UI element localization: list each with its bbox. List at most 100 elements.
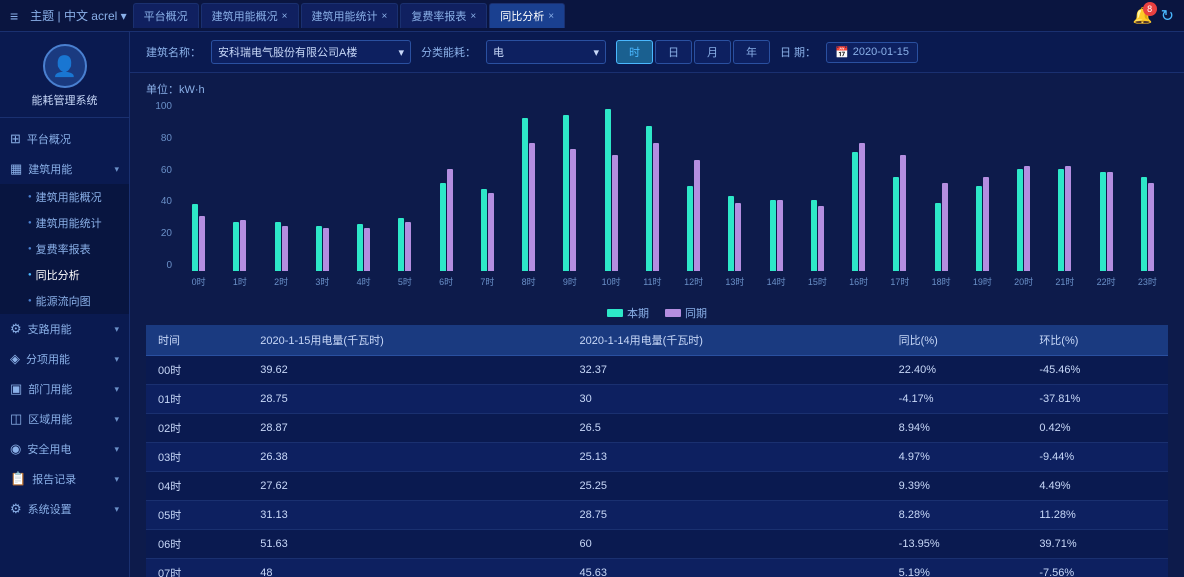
table-cell: 25.25 xyxy=(567,472,886,501)
sidebar-label-safety: 安全用电 xyxy=(27,441,71,457)
table-cell: 51.63 xyxy=(248,530,567,559)
main-layout: 👤 能耗管理系统 ⊞平台概况▦建筑用能▾建筑用能概况建筑用能统计复费率报表同比分… xyxy=(0,32,1184,577)
top-tab-平台概况[interactable]: 平台概况 xyxy=(133,3,199,28)
chart-legend: 本期 同期 xyxy=(146,305,1168,321)
table-cell: -7.56% xyxy=(1027,559,1168,577)
date-picker[interactable]: 📅 2020-01-15 xyxy=(826,42,918,63)
sub-item-建筑用能统计[interactable]: 建筑用能统计 xyxy=(0,210,129,236)
branch-icon: ⚙ xyxy=(10,321,22,337)
x-label: 16时 xyxy=(838,275,879,288)
x-label: 8时 xyxy=(508,275,549,288)
time-btn-月[interactable]: 月 xyxy=(694,40,731,64)
sidebar-item-safety[interactable]: ◉安全用电▾ xyxy=(0,434,129,464)
tab-close-icon[interactable]: × xyxy=(382,11,388,22)
bar-group-10 xyxy=(591,109,632,271)
x-label: 12时 xyxy=(673,275,714,288)
time-btn-年[interactable]: 年 xyxy=(733,40,770,64)
table-cell: 48 xyxy=(248,559,567,577)
bar-group-12 xyxy=(673,160,714,271)
time-btn-日[interactable]: 日 xyxy=(655,40,692,64)
table-row: 04时27.6225.259.39%4.49% xyxy=(146,472,1168,501)
bar-prev-12 xyxy=(694,160,700,271)
bar-current-2 xyxy=(275,222,281,271)
bar-group-7 xyxy=(467,189,508,271)
sub-item-同比分析[interactable]: 同比分析 xyxy=(0,262,129,288)
sidebar-item-report[interactable]: 📋报告记录▾ xyxy=(0,464,129,494)
chevron-icon: ▾ xyxy=(114,354,119,365)
date-value: 2020-01-15 xyxy=(853,46,909,58)
sidebar-item-settings[interactable]: ⚙系统设置▾ xyxy=(0,494,129,524)
table-cell: 32.37 xyxy=(567,356,886,385)
x-label: 9时 xyxy=(549,275,590,288)
sidebar-item-sub-energy[interactable]: ◈分项用能▾ xyxy=(0,344,129,374)
table-cell: -37.81% xyxy=(1027,385,1168,414)
bar-prev-15 xyxy=(818,206,824,271)
table-cell: 22.40% xyxy=(887,356,1028,385)
table-row: 06时51.6360-13.95%39.71% xyxy=(146,530,1168,559)
notification-bell[interactable]: 🔔 8 xyxy=(1133,6,1153,26)
bar-prev-18 xyxy=(942,183,948,271)
tab-close-icon[interactable]: × xyxy=(548,11,554,22)
top-tab-建筑用能概况[interactable]: 建筑用能概况× xyxy=(201,3,299,28)
bar-prev-5 xyxy=(405,222,411,271)
avatar: 👤 xyxy=(43,44,87,88)
table-cell: 00时 xyxy=(146,356,248,385)
top-tab-复费率报表[interactable]: 复费率报表× xyxy=(400,3,487,28)
bar-group-23 xyxy=(1127,177,1168,271)
sidebar-label-building-energy: 建筑用能 xyxy=(28,161,72,177)
sidebar-label-platform: 平台概况 xyxy=(27,131,71,147)
x-label: 5时 xyxy=(384,275,425,288)
bar-group-22 xyxy=(1086,172,1127,271)
sidebar-section-settings: ⚙系统设置▾ xyxy=(0,494,129,524)
table-section: 时间2020-1-15用电量(千瓦时)2020-1-14用电量(千瓦时)同比(%… xyxy=(130,325,1184,577)
table-cell: 11.28% xyxy=(1027,501,1168,530)
bar-group-2 xyxy=(261,222,302,271)
sidebar-item-dept[interactable]: ▣部门用能▾ xyxy=(0,374,129,404)
sidebar-item-area[interactable]: ◫区域用能▾ xyxy=(0,404,129,434)
bar-group-19 xyxy=(962,177,1003,271)
bar-current-21 xyxy=(1058,169,1064,271)
menu-icon[interactable]: ≡ xyxy=(10,8,18,24)
building-select[interactable]: 安科瑞电气股份有限公司A楼 ▾ xyxy=(211,40,411,64)
table-row: 05时31.1328.758.28%11.28% xyxy=(146,501,1168,530)
bar-prev-19 xyxy=(983,177,989,271)
x-label: 6时 xyxy=(426,275,467,288)
bar-current-18 xyxy=(935,203,941,271)
tab-close-icon[interactable]: × xyxy=(470,11,476,22)
bar-current-4 xyxy=(357,224,363,271)
sub-item-复费率报表[interactable]: 复费率报表 xyxy=(0,236,129,262)
x-label: 17时 xyxy=(879,275,920,288)
bar-group-4 xyxy=(343,224,384,271)
theme-label[interactable]: 主题 | 中文 acrel ▾ xyxy=(30,7,127,24)
bar-prev-10 xyxy=(612,155,618,271)
bar-group-13 xyxy=(714,196,755,271)
bar-group-16 xyxy=(838,143,879,271)
sidebar-item-branch[interactable]: ⚙支路用能▾ xyxy=(0,314,129,344)
x-label: 22时 xyxy=(1086,275,1127,288)
chevron-icon: ▾ xyxy=(114,324,119,335)
chevron-icon: ▾ xyxy=(114,414,119,425)
bar-prev-6 xyxy=(447,169,453,271)
category-select[interactable]: 电 ▾ xyxy=(486,40,606,64)
top-tab-建筑用能统计[interactable]: 建筑用能统计× xyxy=(301,3,399,28)
sidebar-item-platform[interactable]: ⊞平台概况 xyxy=(0,124,129,154)
bar-group-6 xyxy=(426,169,467,271)
filter-bar: 建筑名称： 安科瑞电气股份有限公司A楼 ▾ 分类能耗： 电 ▾ 时日月年 日 期… xyxy=(130,32,1184,73)
sidebar-section-report: 📋报告记录▾ xyxy=(0,464,129,494)
table-row: 01时28.7530-4.17%-37.81% xyxy=(146,385,1168,414)
table-cell: 26.38 xyxy=(248,443,567,472)
table-header: 时间 xyxy=(146,325,248,356)
top-tab-同比分析[interactable]: 同比分析× xyxy=(489,3,565,28)
sub-item-能源流向图[interactable]: 能源流向图 xyxy=(0,288,129,314)
bar-prev-17 xyxy=(900,155,906,271)
tab-close-icon[interactable]: × xyxy=(282,11,288,22)
chevron-icon: ▾ xyxy=(114,504,119,515)
time-btn-时[interactable]: 时 xyxy=(616,40,653,64)
sub-item-建筑用能概况[interactable]: 建筑用能概况 xyxy=(0,184,129,210)
notification-badge: 8 xyxy=(1143,2,1157,16)
chevron-icon: ▾ xyxy=(114,444,119,455)
refresh-icon[interactable]: ↻ xyxy=(1161,6,1174,26)
sidebar-item-building-energy[interactable]: ▦建筑用能▾ xyxy=(0,154,129,184)
sidebar-section-building-energy: ▦建筑用能▾建筑用能概况建筑用能统计复费率报表同比分析能源流向图 xyxy=(0,154,129,314)
x-label: 14时 xyxy=(756,275,797,288)
